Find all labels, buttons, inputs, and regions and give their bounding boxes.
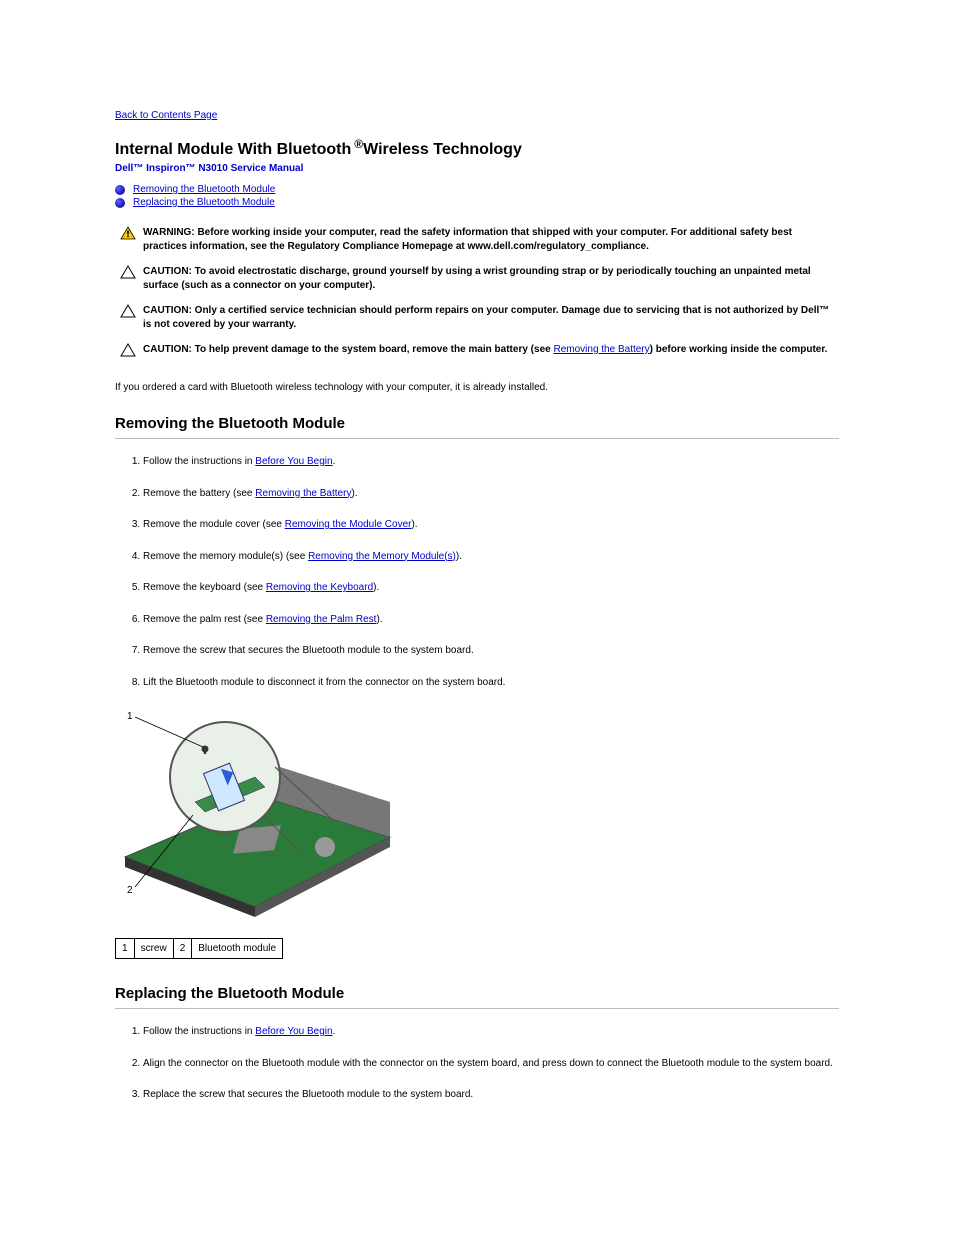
step-item: Remove the screw that secures the Blueto… bbox=[143, 644, 839, 658]
step-item: Follow the instructions in Before You Be… bbox=[143, 1025, 839, 1039]
callout-num: 2 bbox=[173, 939, 192, 959]
title-after-reg: Wireless Technology bbox=[363, 141, 522, 159]
divider bbox=[115, 438, 839, 439]
step-text: Remove the palm rest (see bbox=[143, 614, 266, 625]
toc-item: Removing the Bluetooth Module bbox=[115, 184, 839, 195]
step-item: Remove the palm rest (see Removing the P… bbox=[143, 613, 839, 627]
notices: WARNING: Before working inside your comp… bbox=[115, 222, 839, 368]
step-item: Remove the keyboard (see Removing the Ke… bbox=[143, 581, 839, 595]
registered-icon: ® bbox=[354, 137, 363, 151]
step-text: ). bbox=[376, 614, 382, 625]
svg-text:2: 2 bbox=[127, 885, 133, 896]
toc-link-remove[interactable]: Removing the Bluetooth Module bbox=[133, 184, 275, 195]
step-link[interactable]: Before You Begin bbox=[255, 456, 332, 467]
manual-subtitle: Dell™ Inspiron™ N3010 Service Manual bbox=[115, 163, 839, 174]
toc-list: Removing the Bluetooth Module Replacing … bbox=[115, 184, 839, 208]
section-heading-remove: Removing the Bluetooth Module bbox=[115, 415, 839, 432]
title-before-reg: Internal Module With Bluetooth bbox=[115, 141, 351, 159]
callout-label: Bluetooth module bbox=[192, 939, 283, 959]
back-to-contents-link[interactable]: Back to Contents Page bbox=[115, 110, 839, 121]
step-link[interactable]: Removing the Memory Module(s) bbox=[308, 551, 456, 562]
remove-steps: Follow the instructions in Before You Be… bbox=[115, 455, 839, 689]
step-item: Remove the battery (see Removing the Bat… bbox=[143, 487, 839, 501]
step-link[interactable]: Removing the Module Cover bbox=[285, 519, 412, 530]
step-text: ). bbox=[456, 551, 462, 562]
notice-body-before: To help prevent damage to the system boa… bbox=[195, 344, 554, 355]
bullet-icon bbox=[115, 185, 125, 195]
step-item: Align the connector on the Bluetooth mod… bbox=[143, 1057, 839, 1071]
step-text: Remove the keyboard (see bbox=[143, 582, 266, 593]
page-title: Internal Module With Bluetooth ® Wireles… bbox=[115, 141, 839, 159]
step-text: . bbox=[333, 456, 336, 467]
section-heading-replace: Replacing the Bluetooth Module bbox=[115, 985, 839, 1002]
callout-label: screw bbox=[134, 939, 173, 959]
caution-triangle-icon bbox=[120, 343, 136, 357]
step-text: Remove the screw that secures the Blueto… bbox=[143, 645, 474, 656]
step-link[interactable]: Before You Begin bbox=[255, 1026, 332, 1037]
notice-warning: WARNING: Before working inside your comp… bbox=[115, 222, 839, 261]
notice-link[interactable]: Removing the Battery bbox=[553, 344, 649, 355]
toc-item: Replacing the Bluetooth Module bbox=[115, 197, 839, 208]
notice-caution: CAUTION: To avoid electrostatic discharg… bbox=[115, 261, 839, 300]
step-text: Remove the memory module(s) (see bbox=[143, 551, 308, 562]
bullet-icon bbox=[115, 198, 125, 208]
notice-body: Only a certified service technician shou… bbox=[143, 305, 829, 330]
svg-text:1: 1 bbox=[127, 711, 133, 722]
step-text: Align the connector on the Bluetooth mod… bbox=[143, 1058, 833, 1069]
notice-lead: CAUTION: bbox=[143, 305, 195, 316]
step-item: Remove the module cover (see Removing th… bbox=[143, 518, 839, 532]
step-item: Replace the screw that secures the Bluet… bbox=[143, 1088, 839, 1102]
callout-num: 1 bbox=[116, 939, 135, 959]
step-item: Lift the Bluetooth module to disconnect … bbox=[143, 676, 839, 690]
notice-lead: CAUTION: bbox=[143, 344, 195, 355]
notice-caution: CAUTION: To help prevent damage to the s… bbox=[115, 339, 839, 368]
caution-triangle-icon bbox=[120, 265, 136, 279]
figure-bluetooth-removal: 1 2 bbox=[115, 707, 839, 922]
intro-paragraph: If you ordered a card with Bluetooth wir… bbox=[115, 382, 839, 393]
notice-lead: WARNING: bbox=[143, 227, 197, 238]
step-link[interactable]: Removing the Palm Rest bbox=[266, 614, 377, 625]
notice-caution: CAUTION: Only a certified service techni… bbox=[115, 300, 839, 339]
step-item: Follow the instructions in Before You Be… bbox=[143, 455, 839, 469]
notice-body: Before working inside your computer, rea… bbox=[143, 227, 792, 252]
step-text: Follow the instructions in bbox=[143, 456, 255, 467]
step-text: Replace the screw that secures the Bluet… bbox=[143, 1089, 473, 1100]
step-text: Remove the module cover (see bbox=[143, 519, 285, 530]
step-text: Remove the battery (see bbox=[143, 488, 255, 499]
notice-body: To avoid electrostatic discharge, ground… bbox=[143, 266, 811, 291]
step-text: ). bbox=[351, 488, 357, 499]
callout-table: 1 screw 2 Bluetooth module bbox=[115, 938, 283, 959]
toc-link-replace[interactable]: Replacing the Bluetooth Module bbox=[133, 197, 275, 208]
divider bbox=[115, 1008, 839, 1009]
step-text: Lift the Bluetooth module to disconnect … bbox=[143, 677, 505, 688]
notice-lead: CAUTION: bbox=[143, 266, 195, 277]
caution-triangle-icon bbox=[120, 304, 136, 318]
step-text: . bbox=[333, 1026, 336, 1037]
step-text: Follow the instructions in bbox=[143, 1026, 255, 1037]
table-row: 1 screw 2 Bluetooth module bbox=[116, 939, 283, 959]
step-link[interactable]: Removing the Keyboard bbox=[266, 582, 373, 593]
warning-triangle-icon bbox=[120, 226, 136, 240]
step-text: ). bbox=[373, 582, 379, 593]
notice-body-after: ) before working inside the computer. bbox=[650, 344, 828, 355]
step-item: Remove the memory module(s) (see Removin… bbox=[143, 550, 839, 564]
replace-steps: Follow the instructions in Before You Be… bbox=[115, 1025, 839, 1102]
step-text: ). bbox=[411, 519, 417, 530]
step-link[interactable]: Removing the Battery bbox=[255, 488, 351, 499]
